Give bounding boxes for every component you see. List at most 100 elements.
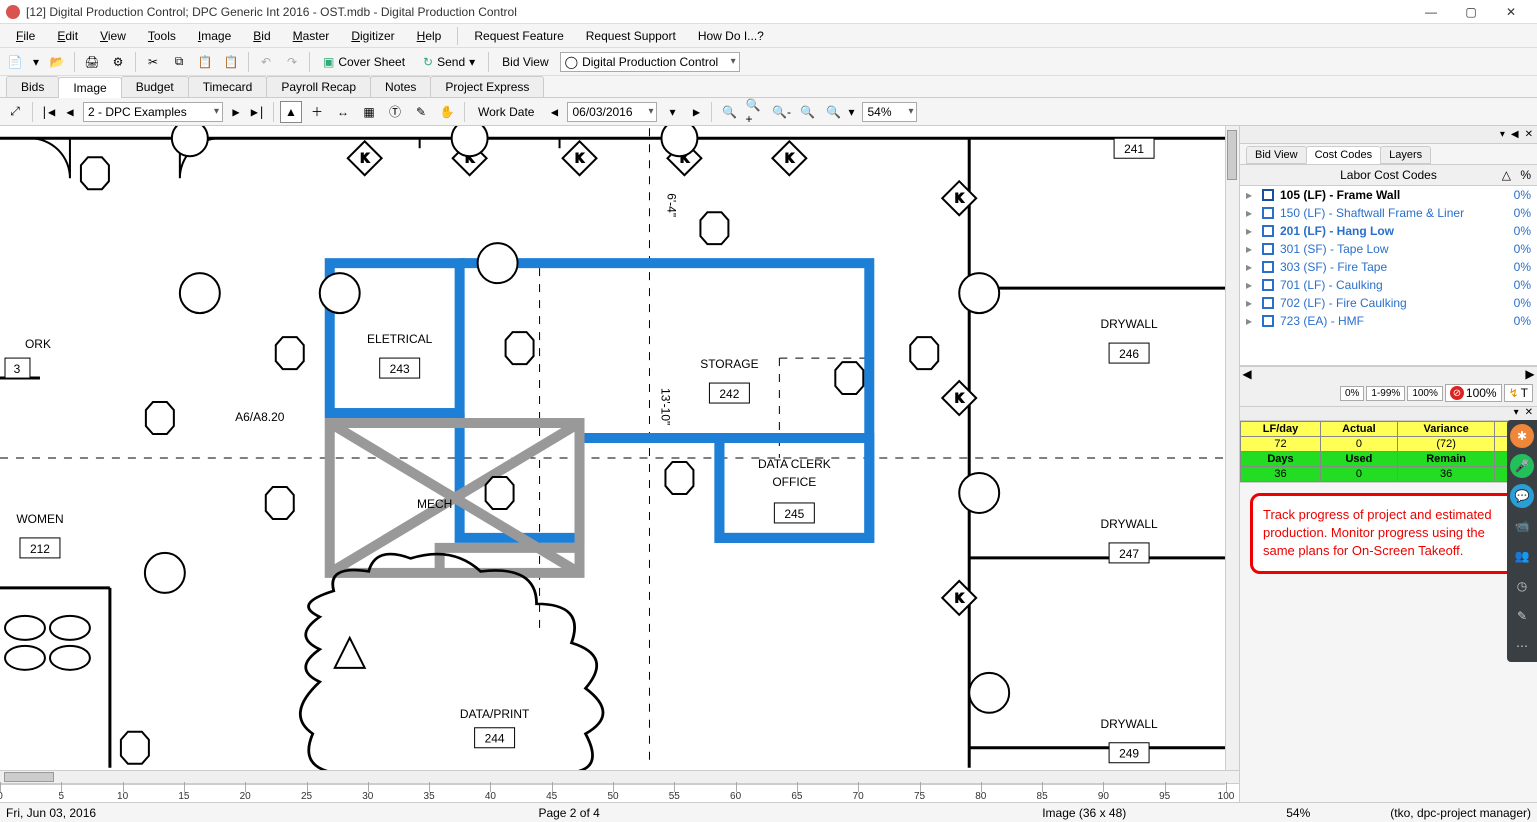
cover-sheet-button[interactable]: ▣Cover Sheet [316, 51, 412, 73]
new-icon[interactable]: 📄 [4, 51, 26, 73]
first-page-button[interactable]: |◀ [39, 101, 57, 123]
menu-bid[interactable]: Bid [243, 27, 280, 45]
filter-1-99[interactable]: 1-99% [1366, 386, 1405, 401]
settings-icon[interactable]: ⚙ [107, 51, 129, 73]
side-tab-bid-view[interactable]: Bid View [1246, 146, 1307, 164]
hscroll-left-icon[interactable]: ◀ [1240, 367, 1254, 380]
menu-digitizer[interactable]: Digitizer [341, 27, 404, 45]
side-tab-cost-codes[interactable]: Cost Codes [1306, 146, 1381, 164]
area-icon[interactable]: ▦ [358, 101, 380, 123]
next-page-button[interactable]: ▶ [227, 101, 245, 123]
vertical-scrollbar[interactable] [1225, 126, 1239, 770]
prev-page-button[interactable]: ◀ [61, 101, 79, 123]
menu-tools[interactable]: Tools [138, 27, 186, 45]
floorplan-drawing[interactable]: 1 K K K K K K K [0, 126, 1225, 770]
float-settings-icon[interactable]: ✱ [1510, 424, 1534, 448]
note-icon[interactable]: ✎ [410, 101, 432, 123]
cut-icon[interactable]: ✂ [142, 51, 164, 73]
menu-request-feature[interactable]: Request Feature [464, 27, 573, 45]
status-image: Image (36 x 48) [1042, 806, 1126, 820]
expand-icon[interactable]: ⤢ [4, 101, 26, 123]
zoom-in-icon[interactable]: 🔍+ [744, 101, 766, 123]
panel-prev-icon[interactable]: ◀ [1511, 129, 1519, 140]
cost-code-row[interactable]: ▸702 (LF) - Fire Caulking0% [1240, 294, 1537, 312]
filter-stop[interactable]: ⊘100% [1445, 384, 1502, 402]
float-users-icon[interactable]: 👥 [1510, 544, 1534, 568]
svg-text:212: 212 [155, 557, 175, 571]
minimize-button[interactable]: — [1411, 0, 1451, 24]
zoom-out-icon[interactable]: 🔍- [770, 101, 792, 123]
calendar-icon[interactable]: ▾ [661, 101, 683, 123]
filter-0[interactable]: 0% [1340, 386, 1364, 401]
hand-icon[interactable]: ✋ [436, 101, 458, 123]
sort-icon[interactable]: △ [1502, 168, 1511, 182]
menu-help[interactable]: Help [407, 27, 452, 45]
date-prev-button[interactable]: ◀ [545, 101, 563, 123]
panel-close-icon[interactable]: ✕ [1525, 129, 1533, 140]
menu-master[interactable]: Master [283, 27, 340, 45]
redo-icon[interactable]: ↷ [281, 51, 303, 73]
close-button[interactable]: ✕ [1491, 0, 1531, 24]
filter-t[interactable]: ↯T [1504, 384, 1533, 402]
open-icon[interactable]: 📂 [46, 51, 68, 73]
cost-code-row[interactable]: ▸303 (SF) - Fire Tape0% [1240, 258, 1537, 276]
menu-file[interactable]: File [6, 27, 45, 45]
cost-codes-header[interactable]: Labor Cost Codes △ % [1240, 165, 1537, 186]
measure-icon[interactable]: ↔ [332, 101, 354, 123]
menu-view[interactable]: View [90, 27, 136, 45]
tab-project-express[interactable]: Project Express [430, 76, 544, 97]
tab-timecard[interactable]: Timecard [188, 76, 268, 97]
filter-100[interactable]: 100% [1407, 386, 1443, 401]
zoom-fit-icon[interactable]: 🔍 [718, 101, 740, 123]
float-chat-icon[interactable]: 💬 [1510, 484, 1534, 508]
float-mic-icon[interactable]: 🎤 [1510, 454, 1534, 478]
maximize-button[interactable]: ▢ [1451, 0, 1491, 24]
metrics-close-icon[interactable]: ✕ [1525, 407, 1533, 420]
menu-how-do-i[interactable]: How Do I...? [688, 27, 774, 45]
horizontal-scrollbar[interactable] [0, 770, 1239, 784]
cost-code-row[interactable]: ▸301 (SF) - Tape Low0% [1240, 240, 1537, 258]
cost-code-row[interactable]: ▸701 (LF) - Caulking0% [1240, 276, 1537, 294]
last-page-button[interactable]: ▶| [249, 101, 267, 123]
zoom-combo[interactable]: 54% [862, 102, 917, 122]
metric-v-remain: 36 [1397, 467, 1495, 482]
zoom-window-icon[interactable]: 🔍 [796, 101, 818, 123]
zoom-100-icon[interactable]: 🔍 [822, 101, 844, 123]
mode-combo[interactable]: ◯Digital Production Control [560, 52, 740, 72]
examples-combo[interactable]: 2 - DPC Examples [83, 102, 223, 122]
tab-image[interactable]: Image [58, 77, 121, 98]
copy-icon[interactable]: ⧉ [168, 51, 190, 73]
tab-payroll-recap[interactable]: Payroll Recap [266, 76, 371, 97]
cost-code-row[interactable]: ▸201 (LF) - Hang Low0% [1240, 222, 1537, 240]
work-date-input[interactable]: 06/03/2016 [567, 102, 657, 122]
print-icon[interactable]: 🖨 [81, 51, 103, 73]
menu-request-support[interactable]: Request Support [576, 27, 686, 45]
menu-edit[interactable]: Edit [47, 27, 88, 45]
panel-menu-icon[interactable]: ▾ [1500, 129, 1505, 140]
bid-view-button[interactable]: Bid View [495, 51, 555, 73]
tab-bids[interactable]: Bids [6, 76, 59, 97]
crosshair-icon[interactable]: ＋ [306, 101, 328, 123]
paste-icon[interactable]: 📋 [194, 51, 216, 73]
cost-code-row[interactable]: ▸105 (LF) - Frame Wall0% [1240, 186, 1537, 204]
send-button[interactable]: ↻Send ▾ [416, 51, 482, 73]
side-tab-layers[interactable]: Layers [1380, 146, 1431, 164]
float-video-icon[interactable]: 📹 [1510, 514, 1534, 538]
cost-code-row[interactable]: ▸150 (LF) - Shaftwall Frame & Liner0% [1240, 204, 1537, 222]
float-more-icon[interactable]: ⋯ [1510, 634, 1534, 658]
float-pen-icon[interactable]: ✎ [1510, 604, 1534, 628]
float-clock-icon[interactable]: ◷ [1510, 574, 1534, 598]
svg-text:B3: B3 [153, 405, 168, 419]
hscroll-right-icon[interactable]: ▶ [1523, 367, 1537, 380]
cost-code-row[interactable]: ▸723 (EA) - HMF0% [1240, 312, 1537, 330]
dropdown-icon[interactable]: ▾ [30, 51, 42, 73]
text-icon[interactable]: Ⓣ [384, 101, 406, 123]
date-next-button[interactable]: ▶ [687, 101, 705, 123]
menu-image[interactable]: Image [188, 27, 241, 45]
tab-budget[interactable]: Budget [121, 76, 189, 97]
pointer-icon[interactable]: ▲ [280, 101, 302, 123]
undo-icon[interactable]: ↶ [255, 51, 277, 73]
tab-notes[interactable]: Notes [370, 76, 431, 97]
metrics-menu-icon[interactable]: ▾ [1514, 407, 1519, 420]
paste2-icon[interactable]: 📋 [220, 51, 242, 73]
